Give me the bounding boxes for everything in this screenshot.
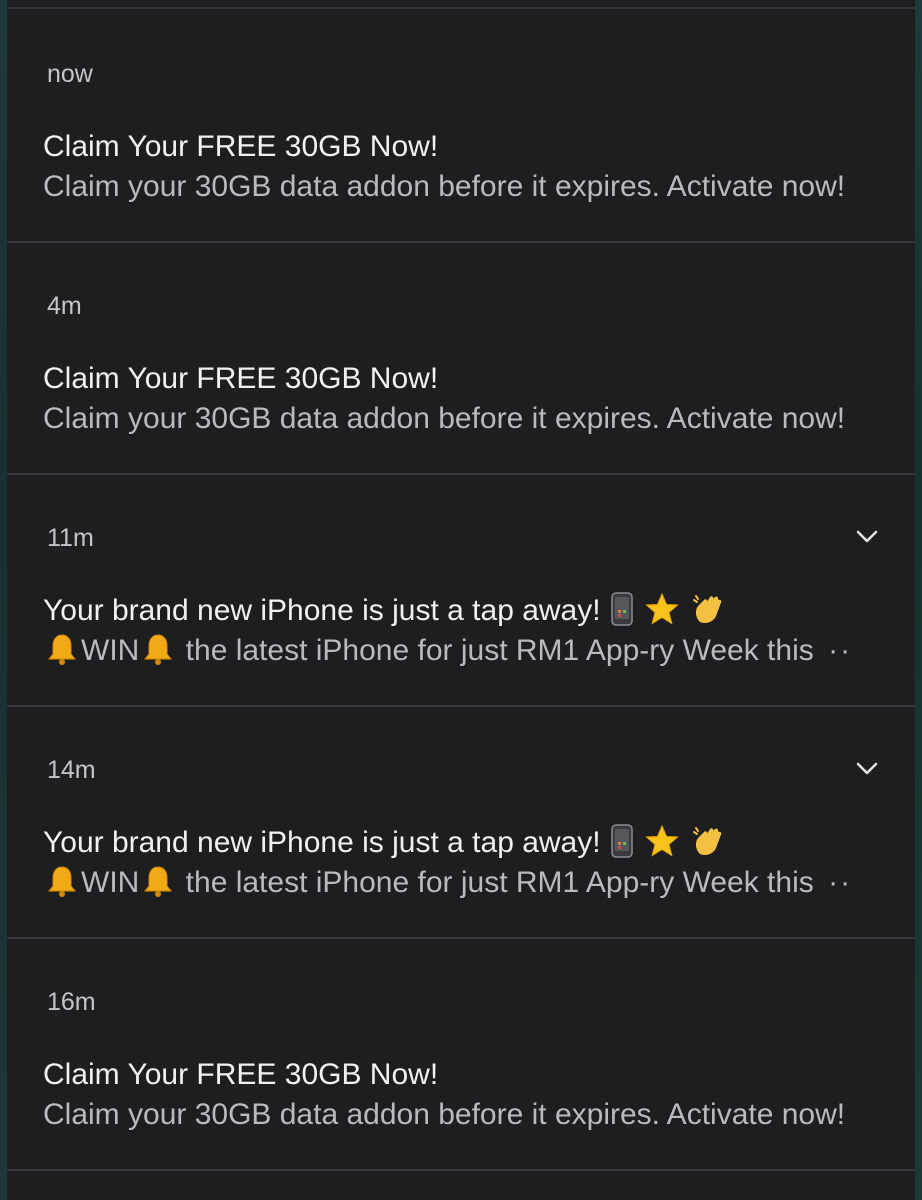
notification-title: Your brand new iPhone is just a tap away… bbox=[43, 824, 728, 868]
notification-shade: now Claim Your FREE 30GB Now! Claim your… bbox=[7, 0, 915, 1200]
notification-body: Claim your 30GB data addon before it exp… bbox=[43, 1098, 846, 1131]
star-emoji bbox=[645, 824, 680, 868]
notification-body: Claim your 30GB data addon before it exp… bbox=[43, 170, 846, 203]
notification-title: Your brand new iPhone is just a tap away… bbox=[43, 592, 728, 636]
notification-card[interactable]: 4m Claim Your FREE 30GB Now! Claim your … bbox=[7, 243, 915, 475]
waving-hand-emoji bbox=[692, 824, 726, 868]
notification-card[interactable]: 16m Claim Your FREE 30GB Now! Claim your… bbox=[7, 939, 915, 1171]
notification-title: Claim Your FREE 30GB Now! bbox=[43, 1058, 439, 1091]
notification-title: Claim Your FREE 30GB Now! bbox=[43, 130, 439, 163]
body-prefix: WIN bbox=[81, 866, 140, 899]
chevron-down-icon[interactable] bbox=[849, 751, 885, 787]
phone-emoji bbox=[611, 824, 633, 868]
notification-body: WIN the latest iPhone for just RM1 App-r… bbox=[43, 632, 852, 676]
truncation-indicator: ·· bbox=[828, 866, 853, 899]
notification-time: 11m bbox=[47, 524, 94, 552]
bell-emoji bbox=[45, 632, 79, 676]
notification-card[interactable]: 14m Your brand new iPhone is just a tap … bbox=[7, 707, 915, 939]
divider bbox=[7, 0, 915, 9]
notification-time: now bbox=[47, 60, 93, 88]
phone-emoji bbox=[611, 592, 633, 636]
bell-emoji bbox=[141, 632, 175, 676]
star-emoji bbox=[645, 592, 680, 636]
body-prefix: WIN bbox=[81, 634, 140, 667]
body-text: the latest iPhone for just RM1 App-ry We… bbox=[185, 866, 814, 899]
notification-time: 14m bbox=[47, 756, 96, 784]
bell-emoji bbox=[45, 864, 79, 908]
notification-time: 4m bbox=[47, 292, 82, 320]
notification-body: WIN the latest iPhone for just RM1 App-r… bbox=[43, 864, 852, 908]
notification-card[interactable]: now Claim Your FREE 30GB Now! Claim your… bbox=[7, 11, 915, 243]
bell-emoji bbox=[141, 864, 175, 908]
notification-card[interactable]: 11m Your brand new iPhone is just a tap … bbox=[7, 475, 915, 707]
notification-time: 16m bbox=[47, 988, 96, 1016]
notification-body: Claim your 30GB data addon before it exp… bbox=[43, 402, 846, 435]
body-text: the latest iPhone for just RM1 App-ry We… bbox=[185, 634, 814, 667]
notification-title: Claim Your FREE 30GB Now! bbox=[43, 362, 439, 395]
notification-title-text: Your brand new iPhone is just a tap away… bbox=[43, 826, 601, 859]
waving-hand-emoji bbox=[692, 592, 726, 636]
truncation-indicator: ·· bbox=[828, 634, 853, 667]
notification-title-text: Your brand new iPhone is just a tap away… bbox=[43, 594, 601, 627]
chevron-down-icon[interactable] bbox=[849, 519, 885, 555]
